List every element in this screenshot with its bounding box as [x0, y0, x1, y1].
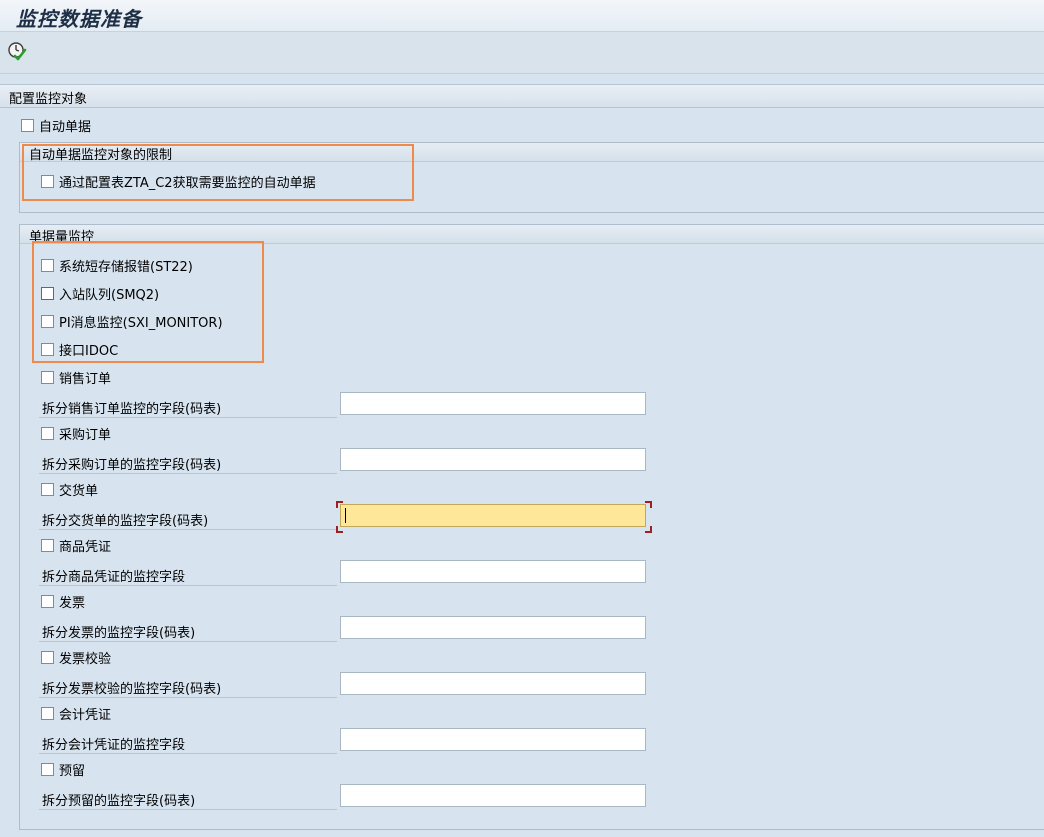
delivery-checkbox[interactable]: [41, 483, 54, 496]
sales-order-checkbox[interactable]: [41, 371, 54, 384]
highlight-box-restriction: [22, 144, 414, 201]
page-title: 监控数据准备: [16, 7, 142, 31]
accounting-doc-label: 会计凭证: [59, 708, 112, 723]
delivery-field-label-row: 拆分交货单的监控字段(码表): [39, 505, 337, 530]
purchase-order-label: 采购订单: [59, 428, 112, 443]
material-doc-field-input[interactable]: [340, 560, 646, 583]
invoice-label: 发票: [59, 596, 86, 611]
auto-doc-label: 自动单据: [39, 120, 92, 135]
application-toolbar: [0, 32, 1044, 74]
reservation-field-label: 拆分预留的监控字段(码表): [42, 794, 196, 809]
section-title: 配置监控对象: [9, 92, 88, 107]
invoice-verification-checkbox[interactable]: [41, 651, 54, 664]
accounting-doc-field-input[interactable]: [340, 728, 646, 751]
delivery-field-label: 拆分交货单的监控字段(码表): [42, 514, 209, 529]
invoice-field-label: 拆分发票的监控字段(码表): [42, 626, 196, 641]
focus-corner-bl: [336, 526, 343, 533]
accounting-doc-field-label: 拆分会计凭证的监控字段: [42, 738, 186, 753]
invoice-verification-field-input[interactable]: [340, 672, 646, 695]
material-doc-checkbox[interactable]: [41, 539, 54, 552]
purchase-order-field-label: 拆分采购订单的监控字段(码表): [42, 458, 222, 473]
reservation-field-input[interactable]: [340, 784, 646, 807]
auto-doc-checkbox[interactable]: [21, 119, 34, 132]
invoice-verification-field-label-row: 拆分发票校验的监控字段(码表): [39, 673, 337, 698]
focus-corner-tr: [645, 501, 652, 508]
execute-clock-check-icon: [8, 42, 27, 61]
reservation-field-label-row: 拆分预留的监控字段(码表): [39, 785, 337, 810]
sales-order-field-input[interactable]: [340, 392, 646, 415]
text-caret: [345, 508, 346, 523]
sales-order-field-label: 拆分销售订单监控的字段(码表): [42, 402, 222, 417]
section-header-config: 配置监控对象: [0, 84, 1044, 108]
accounting-doc-field-label-row: 拆分会计凭证的监控字段: [39, 729, 337, 754]
delivery-label: 交货单: [59, 484, 99, 499]
reservation-checkbox[interactable]: [41, 763, 54, 776]
invoice-checkbox[interactable]: [41, 595, 54, 608]
invoice-field-label-row: 拆分发票的监控字段(码表): [39, 617, 337, 642]
focus-corner-tl: [336, 501, 343, 508]
accounting-doc-checkbox[interactable]: [41, 707, 54, 720]
material-doc-field-label: 拆分商品凭证的监控字段: [42, 570, 186, 585]
purchase-order-field-input[interactable]: [340, 448, 646, 471]
purchase-order-checkbox[interactable]: [41, 427, 54, 440]
sales-order-label: 销售订单: [59, 372, 112, 387]
delivery-field-input[interactable]: [340, 504, 646, 527]
execute-button[interactable]: [6, 40, 28, 62]
sales-order-field-label-row: 拆分销售订单监控的字段(码表): [39, 393, 337, 418]
purchase-order-field-label-row: 拆分采购订单的监控字段(码表): [39, 449, 337, 474]
invoice-verification-field-label: 拆分发票校验的监控字段(码表): [42, 682, 222, 697]
title-bar: 监控数据准备: [0, 0, 1044, 32]
focus-corner-br: [645, 526, 652, 533]
material-doc-field-label-row: 拆分商品凭证的监控字段: [39, 561, 337, 586]
reservation-label: 预留: [59, 764, 86, 779]
highlight-box-monitor-items: [32, 241, 264, 363]
invoice-verification-label: 发票校验: [59, 652, 112, 667]
invoice-field-input[interactable]: [340, 616, 646, 639]
material-doc-label: 商品凭证: [59, 540, 112, 555]
